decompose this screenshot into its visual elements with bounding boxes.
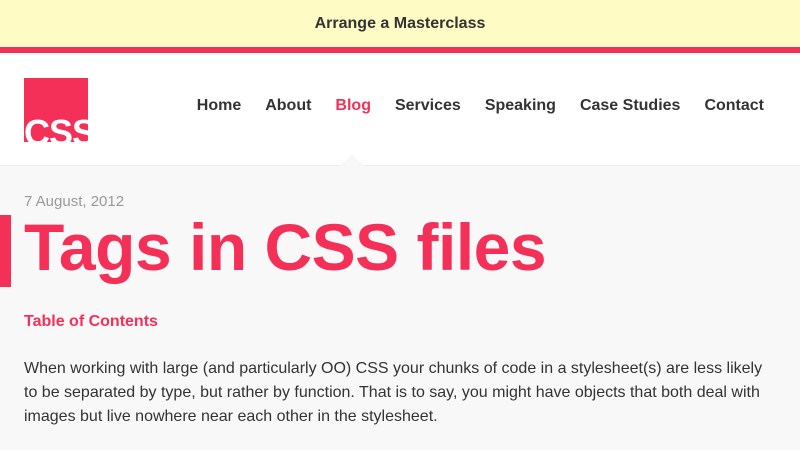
logo-text: CSS [24, 112, 88, 143]
table-of-contents-link[interactable]: Table of Contents [24, 313, 158, 331]
nav-item-home[interactable]: Home [197, 97, 241, 115]
promo-bar: Arrange a Masterclass [0, 0, 800, 53]
nav-item-contact[interactable]: Contact [704, 97, 764, 115]
main-nav: Home About Blog Services Speaking Case S… [173, 97, 764, 115]
nav-item-case-studies[interactable]: Case Studies [580, 97, 680, 115]
active-nav-caret-icon [340, 154, 364, 166]
arrange-masterclass-link[interactable]: Arrange a Masterclass [315, 15, 486, 33]
post-title: Tags in CSS files [24, 210, 547, 284]
nav-item-blog[interactable]: Blog [335, 97, 371, 115]
site-logo[interactable]: CSS [24, 78, 88, 142]
nav-item-services[interactable]: Services [395, 97, 461, 115]
title-accent-bar [0, 215, 11, 287]
post-intro-paragraph: When working with large (and particularl… [24, 360, 763, 425]
site-header: CSS Home About Blog Services Speaking Ca… [0, 53, 800, 166]
nav-item-speaking[interactable]: Speaking [485, 97, 556, 115]
nav-item-about[interactable]: About [265, 97, 311, 115]
